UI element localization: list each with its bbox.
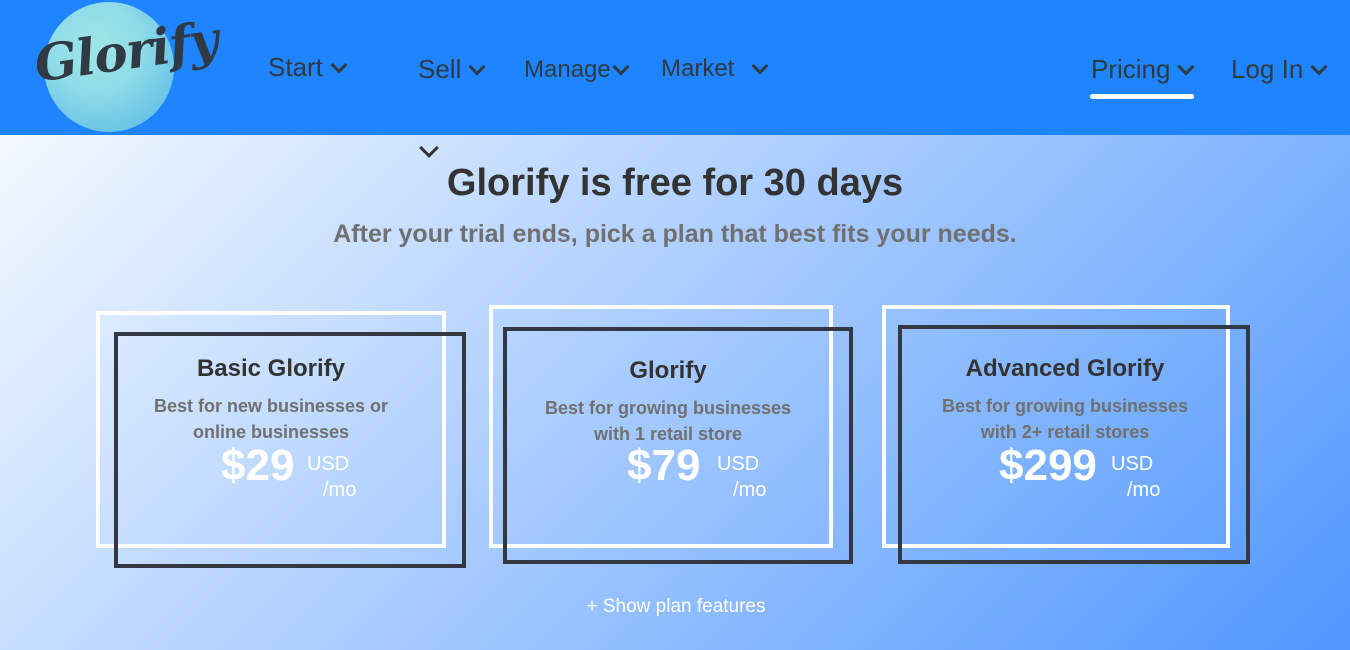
- chevron-down-icon: [1177, 58, 1195, 75]
- show-plan-features-link[interactable]: + Show plan features: [0, 596, 1350, 618]
- hero-subtitle: After your trial ends, pick a plan that …: [333, 220, 1017, 248]
- price-amount: $29: [221, 441, 295, 490]
- plan-description-line: Best for new businesses or: [153, 396, 389, 416]
- chevron-down-icon: [468, 58, 486, 75]
- plan-description: Best for new businesses or online busine…: [96, 393, 446, 445]
- nav-pricing-label: Pricing: [1091, 54, 1171, 84]
- price-currency: USD: [717, 453, 760, 475]
- plan-card-standard[interactable]: Glorify Best for growing businesses with…: [489, 305, 853, 564]
- price-period: /mo: [733, 479, 767, 501]
- plan-description: Best for growing businesses with 2+ reta…: [882, 393, 1248, 445]
- logo-text: Glorify: [30, 9, 222, 94]
- plan-card-basic[interactable]: Basic Glorify Best for new businesses or…: [96, 311, 466, 568]
- nav-manage[interactable]: Manage: [524, 56, 630, 84]
- plan-name: Advanced Glorify: [965, 355, 1165, 382]
- plan-description-line: Best for growing businesses: [941, 396, 1189, 416]
- glorify-logo[interactable]: Glorify: [31, 0, 221, 135]
- price-currency: USD: [1111, 453, 1154, 475]
- nav-login[interactable]: Log In: [1231, 54, 1328, 85]
- nav-pricing[interactable]: Pricing: [1091, 54, 1195, 85]
- chevron-down-icon: [330, 56, 348, 73]
- nav-market-label: Market: [661, 55, 735, 82]
- nav-manage-label: Manage: [524, 56, 611, 83]
- price-amount: $299: [999, 441, 1097, 490]
- price-period: /mo: [1127, 479, 1161, 501]
- chevron-down-icon: [1310, 58, 1328, 75]
- price-amount: $79: [627, 441, 701, 490]
- nav-start-label: Start: [268, 52, 323, 82]
- hero-title: Glorify is free for 30 days: [446, 162, 904, 204]
- nav-start[interactable]: Start: [268, 52, 348, 83]
- plan-card-advanced[interactable]: Advanced Glorify Best for growing busine…: [882, 305, 1250, 564]
- chevron-down-icon: [751, 57, 769, 75]
- plan-description: Best for growing businesses with 1 retai…: [489, 395, 847, 447]
- nav-sell-label: Sell: [418, 54, 462, 84]
- price-currency: USD: [307, 453, 350, 475]
- plan-price: $79 USD /mo: [627, 441, 766, 501]
- plan-name: Basic Glorify: [196, 355, 346, 382]
- nav-market[interactable]: Market: [661, 55, 769, 83]
- price-period: /mo: [323, 479, 357, 501]
- top-navigation-bar: Glorify Start Sell Manage Market Pricing…: [0, 0, 1350, 135]
- nav-sell[interactable]: Sell: [418, 54, 486, 85]
- active-nav-underline: [1090, 94, 1194, 99]
- plan-description-line: Best for growing businesses: [544, 398, 792, 418]
- chevron-down-icon: [612, 58, 630, 76]
- plan-name: Glorify: [629, 357, 707, 384]
- plan-price: $29 USD /mo: [221, 441, 356, 501]
- chevron-down-icon: [419, 138, 439, 158]
- nav-login-label: Log In: [1231, 54, 1304, 84]
- plan-price: $299 USD /mo: [999, 441, 1160, 501]
